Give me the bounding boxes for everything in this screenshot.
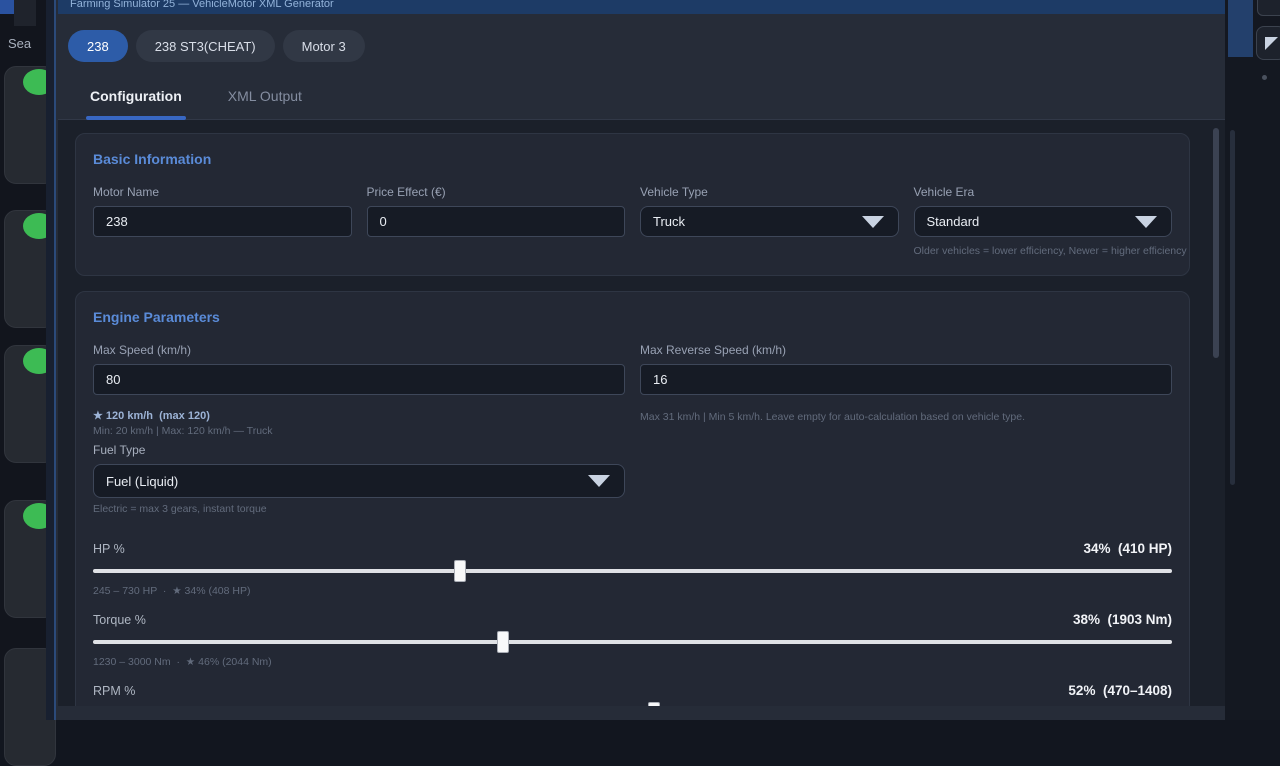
motor-tab-238[interactable]: 238	[68, 30, 128, 62]
torque-percent-slider[interactable]	[93, 631, 1172, 653]
fuel-type-select[interactable]: Fuel (Liquid)	[93, 464, 625, 498]
max-speed-field-group: Max Speed (km/h) 80 ★ 120 km/h (max 120)…	[93, 343, 625, 515]
torque-percent-value: 38% (1903 Nm)	[1073, 612, 1172, 627]
basic-information-card: Basic Information Motor Name 238 Price E…	[75, 133, 1190, 276]
window-titlebar: Farming Simulator 25 — VehicleMotor XML …	[58, 0, 1225, 14]
torque-percent-slider-row: Torque % 38% (1903 Nm) 1230 – 3000 Nm · …	[93, 612, 1172, 668]
cursor-button[interactable]	[1256, 26, 1280, 60]
background-partial-button	[1257, 0, 1280, 16]
hp-percent-hint: 245 – 730 HP · ★ 34% (408 HP)	[93, 585, 1172, 597]
vehicle-era-field-group: Vehicle Era Standard Older vehicles = lo…	[914, 185, 1173, 257]
motor-name-label: Motor Name	[93, 185, 352, 199]
basic-information-title: Basic Information	[93, 151, 1172, 167]
window-title: Farming Simulator 25 — VehicleMotor XML …	[58, 0, 1225, 11]
background-search-label: Sea	[8, 36, 31, 51]
window-left-edge	[46, 0, 56, 720]
max-reverse-speed-hint: Max 31 km/h | Min 5 km/h. Leave empty fo…	[640, 411, 1172, 423]
hp-percent-slider[interactable]	[93, 560, 1172, 582]
vehicle-era-label: Vehicle Era	[914, 185, 1173, 199]
motor-tab-motor-3[interactable]: Motor 3	[283, 30, 365, 62]
motor-name-input[interactable]: 238	[93, 206, 352, 237]
vehicle-era-value: Standard	[927, 214, 980, 229]
tab-xml-output-label: XML Output	[228, 88, 302, 104]
chevron-down-icon	[862, 216, 884, 228]
price-effect-label: Price Effect (€)	[367, 185, 626, 199]
max-speed-star-hint: ★ 120 km/h (max 120)	[93, 409, 625, 422]
content-scrollbar-thumb[interactable]	[1213, 128, 1219, 358]
vehiclemotor-generator-window: Farming Simulator 25 — VehicleMotor XML …	[46, 0, 1225, 720]
vehicle-era-select[interactable]: Standard	[914, 206, 1173, 237]
hp-percent-slider-row: HP % 34% (410 HP) 245 – 730 HP · ★ 34% (…	[93, 541, 1172, 597]
chevron-down-icon	[588, 475, 610, 487]
rpm-percent-slider-row: RPM % 52% (470–1408) 550 – 2200 RPM · ★ …	[93, 683, 1172, 706]
motor-name-field-group: Motor Name 238	[93, 185, 352, 257]
background-blue-block	[1228, 0, 1253, 57]
vehicle-era-hint: Older vehicles = lower efficiency, Newer…	[914, 245, 1173, 257]
fuel-type-value: Fuel (Liquid)	[106, 474, 178, 489]
hp-percent-label: HP %	[93, 542, 125, 556]
view-tab-bar: Configuration XML Output	[58, 76, 1225, 120]
slider-handle[interactable]	[454, 560, 466, 582]
rpm-percent-label: RPM %	[93, 684, 135, 698]
active-tab-underline	[86, 116, 186, 120]
outer-scrollbar-thumb[interactable]	[1230, 130, 1235, 485]
tab-configuration[interactable]: Configuration	[88, 86, 184, 120]
price-effect-field-group: Price Effect (€) 0	[367, 185, 626, 257]
motor-tab-238-st3-cheat[interactable]: 238 ST3(CHEAT)	[136, 30, 275, 62]
slider-handle[interactable]	[497, 631, 509, 653]
triangle-icon	[1265, 37, 1278, 50]
fuel-type-label: Fuel Type	[93, 443, 625, 457]
background-blue-square	[0, 0, 14, 14]
slider-track	[93, 640, 1172, 644]
rpm-percent-value: 52% (470–1408)	[1068, 683, 1172, 698]
max-speed-range-hint: Min: 20 km/h | Max: 120 km/h — Truck	[93, 425, 625, 437]
rpm-percent-slider[interactable]	[93, 702, 1172, 706]
vehicle-type-value: Truck	[653, 214, 685, 229]
engine-parameters-title: Engine Parameters	[93, 309, 1172, 325]
chevron-down-icon	[1135, 216, 1157, 228]
background-tab-stub	[14, 0, 36, 26]
hp-percent-value: 34% (410 HP)	[1083, 541, 1172, 556]
background-dot	[1262, 75, 1267, 80]
price-effect-input[interactable]: 0	[367, 206, 626, 237]
max-reverse-speed-label: Max Reverse Speed (km/h)	[640, 343, 1172, 357]
vehicle-type-select[interactable]: Truck	[640, 206, 899, 237]
fuel-type-hint: Electric = max 3 gears, instant torque	[93, 503, 625, 515]
vehicle-type-field-group: Vehicle Type Truck	[640, 185, 899, 257]
max-speed-label: Max Speed (km/h)	[93, 343, 625, 357]
slider-track	[93, 569, 1172, 573]
max-reverse-speed-input[interactable]: 16	[640, 364, 1172, 395]
slider-handle[interactable]	[648, 702, 660, 706]
motor-tab-bar: 238 238 ST3(CHEAT) Motor 3	[58, 14, 1225, 76]
torque-percent-hint: 1230 – 3000 Nm · ★ 46% (2044 Nm)	[93, 656, 1172, 668]
tab-configuration-label: Configuration	[90, 88, 182, 104]
vehicle-type-label: Vehicle Type	[640, 185, 899, 199]
engine-sliders: HP % 34% (410 HP) 245 – 730 HP · ★ 34% (…	[93, 541, 1172, 706]
torque-percent-label: Torque %	[93, 613, 146, 627]
configuration-panel: Basic Information Motor Name 238 Price E…	[58, 120, 1225, 706]
tab-xml-output[interactable]: XML Output	[226, 86, 304, 120]
engine-parameters-card: Engine Parameters Max Speed (km/h) 80 ★ …	[75, 291, 1190, 706]
max-reverse-field-group: Max Reverse Speed (km/h) 16 Max 31 km/h …	[640, 343, 1172, 515]
max-speed-input[interactable]: 80	[93, 364, 625, 395]
